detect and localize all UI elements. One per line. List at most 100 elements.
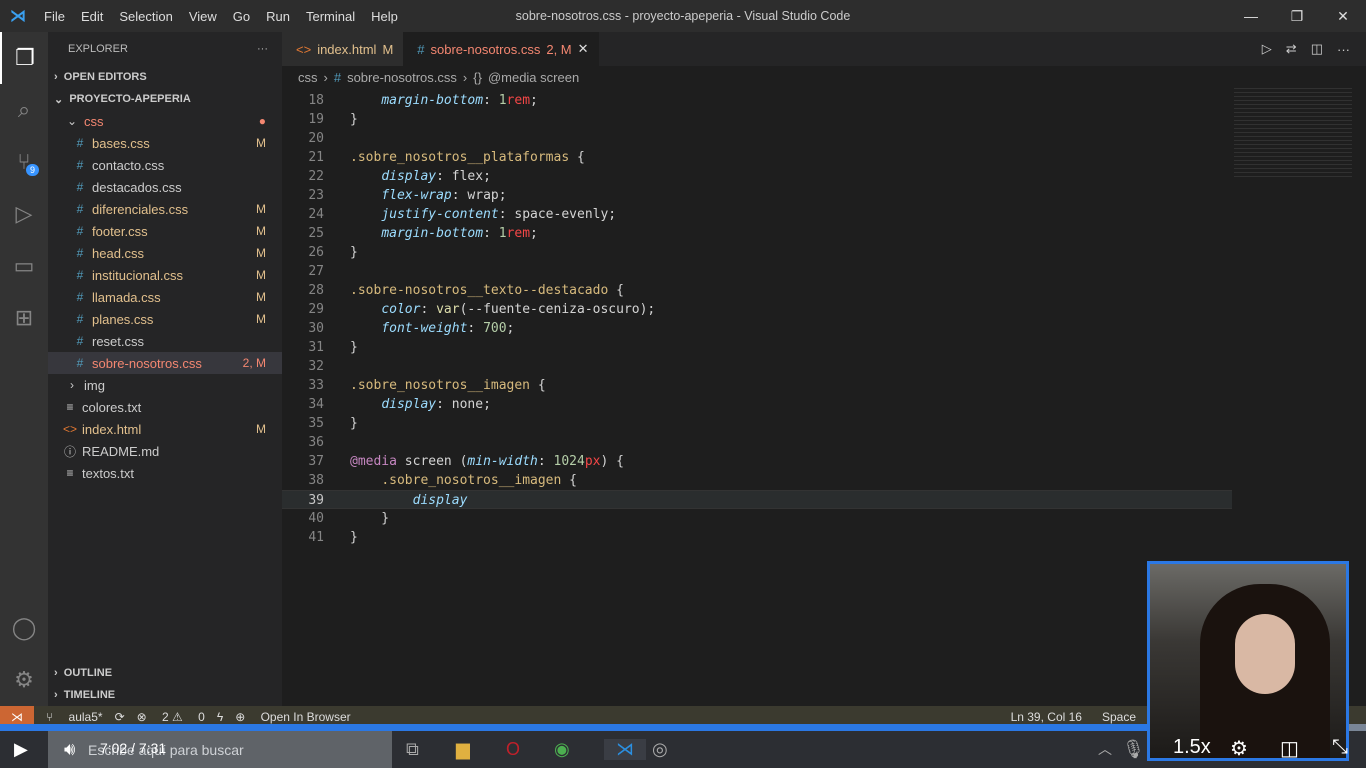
- minimap[interactable]: [1234, 88, 1352, 178]
- tree-item[interactable]: ≡ colores.txt: [48, 396, 282, 418]
- code-line[interactable]: 37 @media screen (min-width: 1024px) {: [282, 452, 1366, 471]
- code-area[interactable]: 18 margin-bottom: 1rem; 19} 20 21 .sobre_nos…: [282, 91, 1366, 547]
- menu-view[interactable]: View: [181, 9, 225, 24]
- code-line[interactable]: 22 display: flex;: [282, 167, 1366, 186]
- tree-item[interactable]: # llamada.css M: [48, 286, 282, 308]
- code-line[interactable]: 36: [282, 433, 1366, 452]
- exit-fullscreen-icon[interactable]: ⤡: [1332, 736, 1348, 759]
- vscode-taskbar-icon[interactable]: ⋊: [604, 739, 646, 760]
- code-line[interactable]: 25 margin-bottom: 1rem;: [282, 224, 1366, 243]
- open-editors-section[interactable]: › OPEN EDITORS: [48, 66, 282, 88]
- code-line[interactable]: 20: [282, 129, 1366, 148]
- open-changes-icon[interactable]: ⇄: [1286, 41, 1297, 57]
- timeline-section[interactable]: › TIMELINE: [48, 684, 282, 706]
- menu-run[interactable]: Run: [258, 9, 298, 24]
- tree-item[interactable]: ⓘ README.md: [48, 440, 282, 462]
- code-line[interactable]: 29 color: var(--fuente-ceniza-oscuro);: [282, 300, 1366, 319]
- tree-item[interactable]: # footer.css M: [48, 220, 282, 242]
- account-icon[interactable]: ◯: [0, 602, 48, 654]
- tree-item[interactable]: # head.css M: [48, 242, 282, 264]
- explorer-icon[interactable]: ❐: [0, 32, 48, 84]
- outline-section[interactable]: › OUTLINE: [48, 662, 282, 684]
- code-line[interactable]: 28 .sobre-nosotros__texto--destacado {: [282, 281, 1366, 300]
- code-line[interactable]: 31}: [282, 338, 1366, 357]
- tree-item[interactable]: # planes.css M: [48, 308, 282, 330]
- code-line[interactable]: 18 margin-bottom: 1rem;: [282, 91, 1366, 110]
- microphone-icon[interactable]: 🎙︎: [1122, 739, 1145, 760]
- volume-icon[interactable]: 🔊︎: [64, 739, 75, 760]
- tree-item[interactable]: # reset.css: [48, 330, 282, 352]
- search-icon[interactable]: ⌕: [0, 84, 48, 136]
- project-section[interactable]: ⌄ PROYECTO-APEPERIA: [48, 88, 282, 110]
- breadcrumb-symbol[interactable]: @media screen: [488, 70, 579, 85]
- chrome-icon[interactable]: ◉: [554, 739, 570, 760]
- sync-icon[interactable]: ⟳: [115, 710, 125, 724]
- run-icon[interactable]: ▷: [1262, 41, 1272, 57]
- more-actions-icon[interactable]: ···: [257, 43, 268, 55]
- tray-chevron-icon[interactable]: ︿: [1098, 739, 1112, 759]
- code-line[interactable]: 41}: [282, 528, 1366, 547]
- code-line[interactable]: 21 .sobre_nosotros__plataformas {: [282, 148, 1366, 167]
- tree-item[interactable]: ⌄ css ●: [48, 110, 282, 132]
- token: 1024: [553, 454, 585, 469]
- obs-icon[interactable]: ◎: [652, 739, 668, 760]
- tab-sobre-nosotros-css[interactable]: # sobre-nosotros.css 2, M ✕: [403, 32, 599, 66]
- opera-icon[interactable]: O: [506, 739, 520, 760]
- breadcrumb-folder[interactable]: css: [298, 70, 318, 85]
- tree-item[interactable]: # institucional.css M: [48, 264, 282, 286]
- minimize-button[interactable]: —: [1228, 0, 1274, 32]
- code-line[interactable]: 23 flex-wrap: wrap;: [282, 186, 1366, 205]
- tree-item[interactable]: # destacados.css: [48, 176, 282, 198]
- restore-button[interactable]: ❐: [1274, 0, 1320, 32]
- code-line[interactable]: 30 font-weight: 700;: [282, 319, 1366, 338]
- playback-speed[interactable]: 1.5x: [1173, 736, 1211, 759]
- remote-explorer-icon[interactable]: ▭: [0, 240, 48, 292]
- menu-edit[interactable]: Edit: [73, 9, 111, 24]
- explorer-title: EXPLORER: [68, 43, 128, 55]
- source-control-icon[interactable]: ⑂ 9: [0, 136, 48, 188]
- breadcrumb-file[interactable]: sobre-nosotros.css: [347, 70, 457, 85]
- menu-file[interactable]: File: [36, 9, 73, 24]
- open-in-browser-button[interactable]: ⊕ Open In Browser: [235, 710, 350, 724]
- tree-item[interactable]: # sobre-nosotros.css 2, M: [48, 352, 282, 374]
- run-debug-icon[interactable]: ▷: [0, 188, 48, 240]
- code-line[interactable]: 24 justify-content: space-evenly;: [282, 205, 1366, 224]
- tree-item[interactable]: # diferenciales.css M: [48, 198, 282, 220]
- code-line[interactable]: 27: [282, 262, 1366, 281]
- indentation[interactable]: Space: [1102, 710, 1136, 724]
- gear-icon[interactable]: ⚙: [0, 654, 48, 706]
- code-line[interactable]: 26}: [282, 243, 1366, 262]
- code-line[interactable]: 35}: [282, 414, 1366, 433]
- close-button[interactable]: ✕: [1320, 0, 1366, 32]
- more-icon[interactable]: ···: [1337, 42, 1350, 57]
- tree-item[interactable]: ≡ textos.txt: [48, 462, 282, 484]
- tree-item[interactable]: # contacto.css: [48, 154, 282, 176]
- problems[interactable]: ⊗ 2 ⚠ 0: [137, 710, 205, 724]
- token: margin-bottom: [381, 93, 484, 108]
- code-line[interactable]: 33 .sobre_nosotros__imagen {: [282, 376, 1366, 395]
- close-tab-icon[interactable]: ✕: [578, 41, 589, 57]
- menu-terminal[interactable]: Terminal: [298, 9, 363, 24]
- code-line[interactable]: 19}: [282, 110, 1366, 129]
- play-icon[interactable]: ▶: [14, 739, 28, 760]
- code-line[interactable]: 34 display: none;: [282, 395, 1366, 414]
- cursor-position[interactable]: Ln 39, Col 16: [1011, 710, 1082, 724]
- code-line[interactable]: 39 display: [282, 490, 1232, 509]
- tree-item[interactable]: # bases.css M: [48, 132, 282, 154]
- file-explorer-icon[interactable]: ▆: [456, 739, 470, 760]
- menu-help[interactable]: Help: [363, 9, 406, 24]
- tree-item[interactable]: › img: [48, 374, 282, 396]
- tree-item[interactable]: <> index.html M: [48, 418, 282, 440]
- split-editor-icon[interactable]: ◫: [1311, 41, 1323, 57]
- tab-index-html[interactable]: <> index.html M: [282, 32, 404, 66]
- menu-selection[interactable]: Selection: [111, 9, 180, 24]
- settings-gear-icon[interactable]: ⚙: [1230, 736, 1248, 761]
- code-line[interactable]: 38 .sobre_nosotros__imagen {: [282, 471, 1366, 490]
- miniplayer-icon[interactable]: ◫: [1280, 736, 1299, 761]
- code-line[interactable]: 32: [282, 357, 1366, 376]
- extensions-icon[interactable]: ⊞: [0, 292, 48, 344]
- task-view-icon[interactable]: ⧉: [406, 739, 419, 760]
- branch[interactable]: ⑂ aula5*: [46, 710, 103, 724]
- menu-go[interactable]: Go: [225, 9, 258, 24]
- code-line[interactable]: 40 }: [282, 509, 1366, 528]
